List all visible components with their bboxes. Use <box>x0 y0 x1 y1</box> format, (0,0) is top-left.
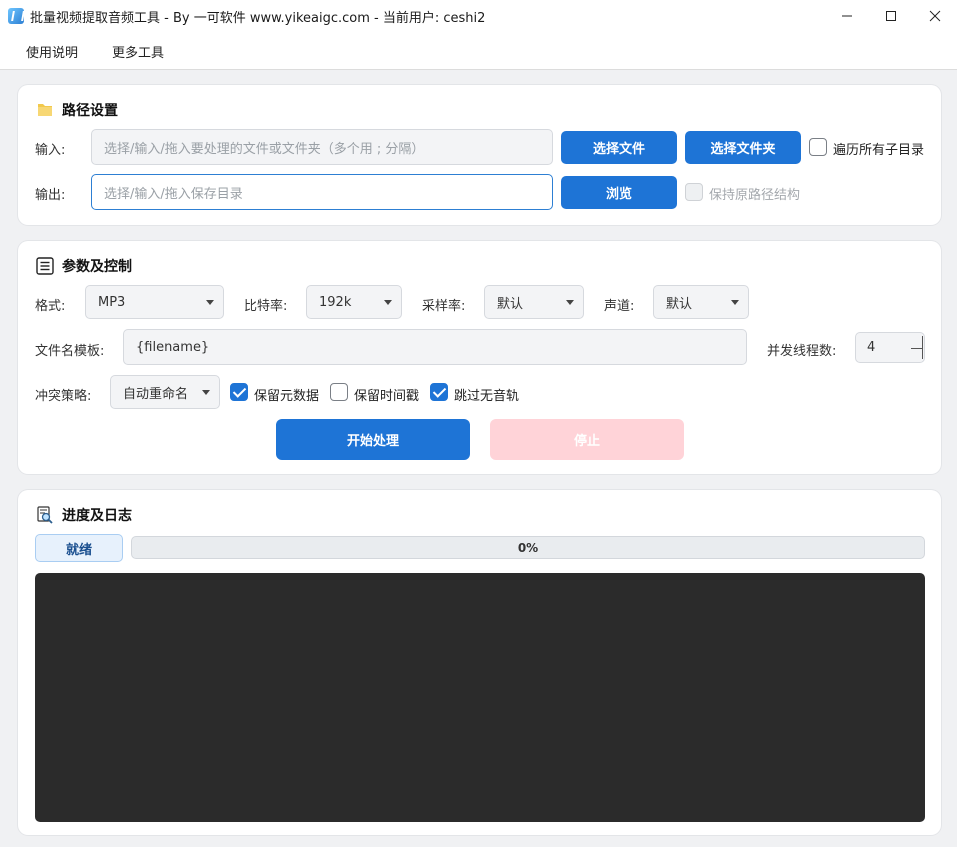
channel-select[interactable]: 默认 <box>653 285 749 319</box>
input-label: 输入: <box>35 143 66 158</box>
chevron-down-icon <box>202 390 210 395</box>
bitrate-select[interactable]: 192k <box>306 285 402 319</box>
close-button[interactable] <box>912 0 957 32</box>
chevron-down-icon <box>731 300 739 305</box>
format-value: MP3 <box>98 294 126 310</box>
params-title: 参数及控制 <box>62 259 132 275</box>
recurse-subdirs-label: 遍历所有子目录 <box>833 143 925 158</box>
template-label: 文件名模板: <box>35 344 105 359</box>
format-select[interactable]: MP3 <box>85 285 224 319</box>
progress-title: 进度及日志 <box>62 508 132 524</box>
keep-timestamp-checkbox[interactable] <box>330 383 348 401</box>
log-output[interactable] <box>35 573 925 822</box>
input-path-field[interactable]: 选择/输入/拖入要处理的文件或文件夹（多个用 ; 分隔） <box>91 129 553 165</box>
conflict-value: 自动重命名 <box>123 386 189 402</box>
maximize-icon <box>886 11 896 21</box>
log-search-icon <box>37 506 53 524</box>
keep-timestamp-label: 保留时间戳 <box>354 389 420 404</box>
choose-folder-button[interactable]: 选择文件夹 <box>685 131 801 164</box>
path-settings-title: 路径设置 <box>62 103 118 119</box>
threads-spinbox[interactable]: 4 <box>855 332 925 363</box>
channel-value: 默认 <box>666 296 693 312</box>
menu-item-help[interactable]: 使用说明 <box>26 42 78 61</box>
keep-metadata-label: 保留元数据 <box>254 389 320 404</box>
samplerate-select[interactable]: 默认 <box>484 285 584 319</box>
output-label: 输出: <box>35 188 66 203</box>
window-title: 批量视频提取音频工具 - By 一可软件 www.yikeaigc.com - … <box>30 10 486 26</box>
output-path-field[interactable]: 选择/输入/拖入保存目录 <box>91 174 553 210</box>
recurse-subdirs-checkbox[interactable] <box>809 138 827 156</box>
samplerate-value: 默认 <box>497 296 524 312</box>
path-settings-panel: 路径设置 输入: 选择/输入/拖入要处理的文件或文件夹（多个用 ; 分隔） 选择… <box>18 85 941 225</box>
minimize-icon <box>842 15 852 17</box>
list-document-icon <box>36 257 54 275</box>
progress-percent: 0% <box>517 540 539 555</box>
chevron-down-icon <box>384 300 392 305</box>
conflict-select[interactable]: 自动重命名 <box>110 375 220 409</box>
params-panel: 参数及控制 格式: MP3 比特率: 192k 采样率: 默认 声道: 默认 文… <box>18 241 941 474</box>
chevron-down-icon <box>566 300 574 305</box>
choose-file-button[interactable]: 选择文件 <box>561 131 677 164</box>
keep-structure-label: 保持原路径结构 <box>709 188 801 203</box>
spin-down-icon[interactable] <box>911 346 923 359</box>
progress-bar: 0% <box>131 536 925 559</box>
maximize-button[interactable] <box>868 0 914 32</box>
keep-metadata-checkbox[interactable] <box>230 383 248 401</box>
browse-button[interactable]: 浏览 <box>561 176 677 209</box>
skip-silent-label: 跳过无音轨 <box>454 389 520 404</box>
bitrate-label: 比特率: <box>244 299 288 314</box>
menu-bar: 使用说明 更多工具 <box>0 32 957 70</box>
format-label: 格式: <box>35 299 66 314</box>
close-icon <box>929 10 941 22</box>
progress-panel: 进度及日志 就绪 0% <box>18 490 941 835</box>
title-bar: 批量视频提取音频工具 - By 一可软件 www.yikeaigc.com - … <box>0 0 957 32</box>
channel-label: 声道: <box>604 299 635 314</box>
threads-value: 4 <box>867 340 876 355</box>
skip-silent-checkbox[interactable] <box>430 383 448 401</box>
bitrate-value: 192k <box>319 294 352 310</box>
conflict-label: 冲突策略: <box>35 389 92 404</box>
minimize-button[interactable] <box>824 0 870 32</box>
status-badge: 就绪 <box>35 534 123 562</box>
stop-button[interactable]: 停止 <box>490 419 684 460</box>
threads-label: 并发线程数: <box>767 344 837 359</box>
menu-item-more-tools[interactable]: 更多工具 <box>112 42 164 61</box>
filename-template-field[interactable]: {filename} <box>123 329 747 365</box>
samplerate-label: 采样率: <box>422 299 466 314</box>
app-logo-icon <box>8 8 24 24</box>
start-processing-button[interactable]: 开始处理 <box>276 419 470 460</box>
chevron-down-icon <box>206 300 214 305</box>
folder-icon <box>38 104 52 116</box>
keep-structure-checkbox[interactable] <box>685 183 703 201</box>
